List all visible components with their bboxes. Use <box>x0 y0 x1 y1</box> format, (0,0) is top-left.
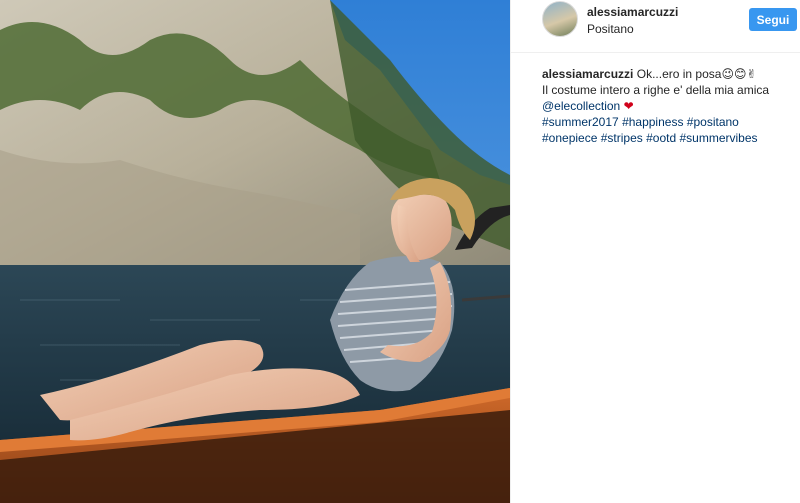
post-photo[interactable] <box>0 0 510 503</box>
follow-button[interactable]: Segui <box>749 8 797 31</box>
hashtag-link[interactable]: #stripes <box>601 131 643 145</box>
heart-icon: ❤ <box>623 99 634 113</box>
hashtag-link[interactable]: #summer2017 <box>542 115 619 129</box>
instagram-post: alessiamarcuzzi Positano Segui alessiama… <box>0 0 800 503</box>
hashtag-link[interactable]: #positano <box>687 115 739 129</box>
caption-emojis: 😉😊✌ <box>721 67 757 81</box>
author-username[interactable]: alessiamarcuzzi <box>587 5 678 19</box>
hashtag-link[interactable]: #onepiece <box>542 131 597 145</box>
caption-text-line2: Il costume intero a righe e' della mia a… <box>542 83 770 97</box>
avatar[interactable] <box>542 1 578 37</box>
mention-link[interactable]: @elecollection <box>542 99 620 113</box>
post-location[interactable]: Positano <box>587 22 634 36</box>
post-header: alessiamarcuzzi Positano Segui <box>511 0 800 53</box>
hashtag-link[interactable]: #happiness <box>622 115 683 129</box>
post-sidebar: alessiamarcuzzi Positano Segui alessiama… <box>510 0 800 503</box>
hashtag-link[interactable]: #summervibes <box>679 131 757 145</box>
caption-text-line1: Ok...ero in posa <box>636 67 722 81</box>
post-caption: alessiamarcuzzi Ok...ero in posa😉😊✌ Il c… <box>542 66 794 146</box>
caption-username[interactable]: alessiamarcuzzi <box>542 67 633 81</box>
hashtag-link[interactable]: #ootd <box>646 131 676 145</box>
